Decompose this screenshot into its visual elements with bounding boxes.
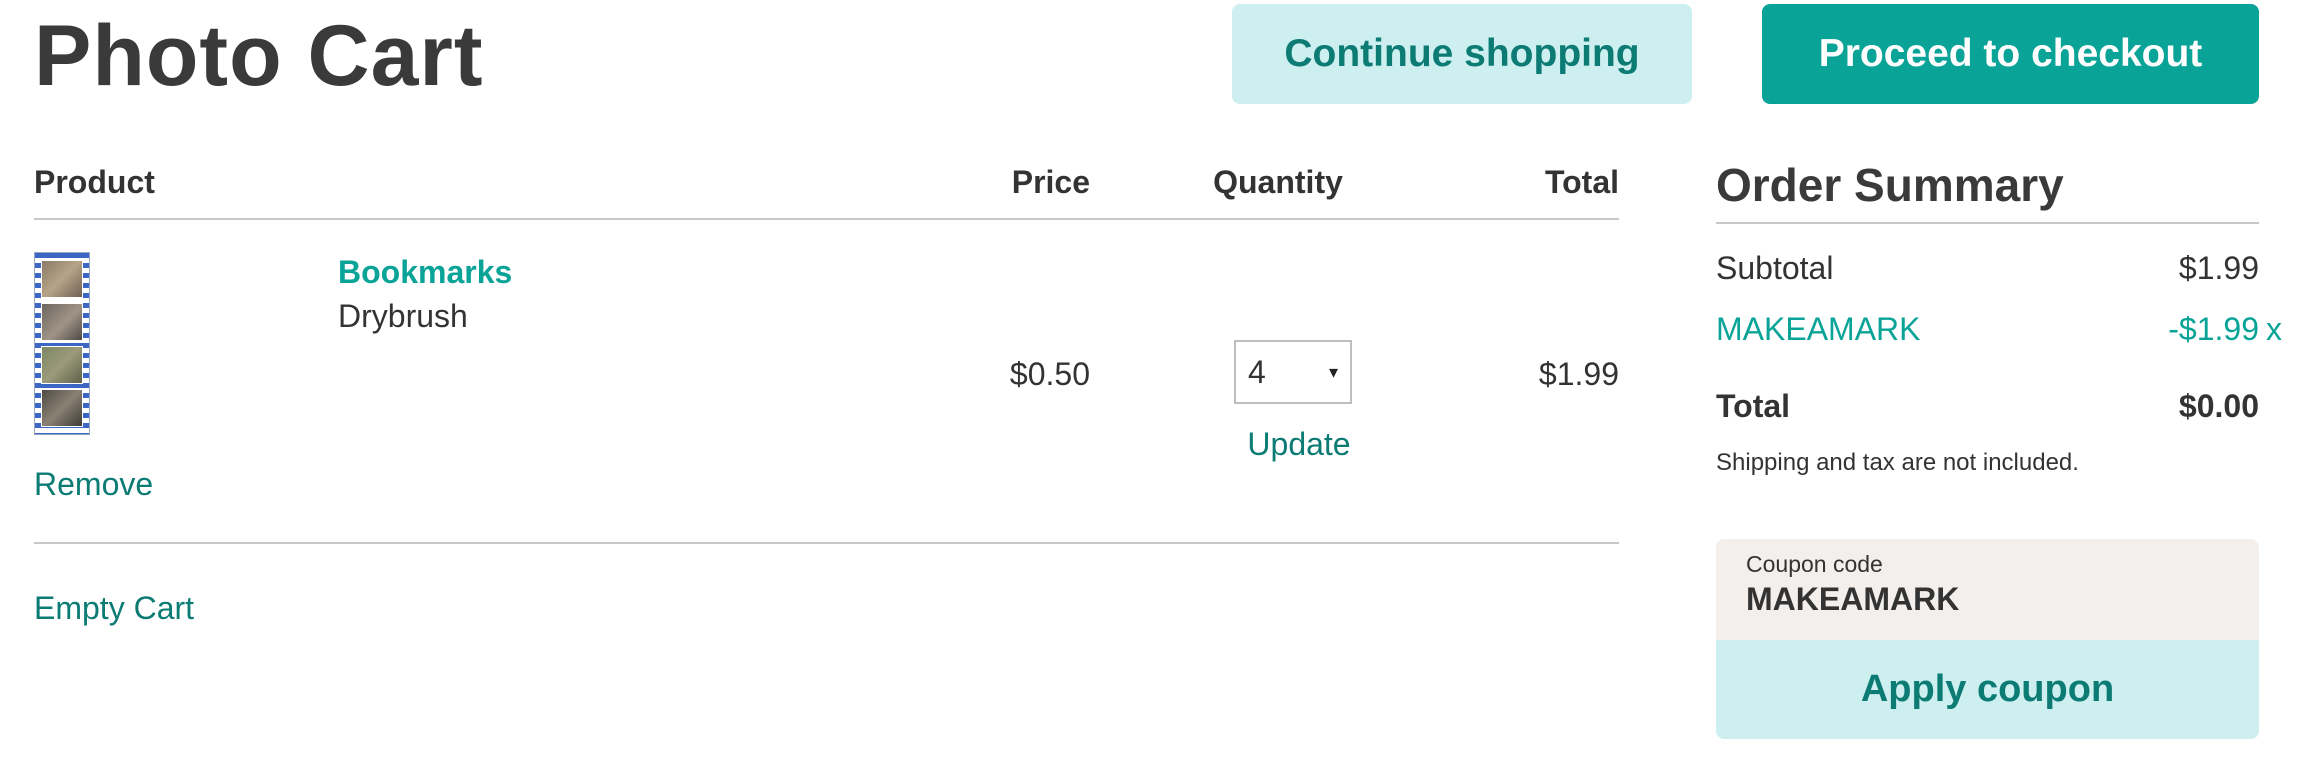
discount-code-label: MAKEAMARK [1716, 311, 1921, 347]
item-total: $1.99 [1538, 356, 1619, 392]
total-label: Total [1716, 388, 1791, 424]
proceed-to-checkout-button[interactable]: Proceed to checkout [1762, 4, 2259, 104]
table-footer-divider [34, 542, 1619, 544]
empty-cart-link[interactable]: Empty Cart [34, 588, 194, 628]
discount-value: -$1.99 [2168, 311, 2259, 347]
column-header-price: Price [1011, 164, 1090, 200]
subtotal-label: Subtotal [1716, 250, 1834, 286]
shipping-tax-note: Shipping and tax are not included. [1716, 449, 2079, 476]
summary-divider [1716, 222, 2259, 224]
thumbnail-photo [41, 346, 83, 385]
apply-coupon-button[interactable]: Apply coupon [1716, 640, 2259, 739]
page-title: Photo Cart [34, 8, 484, 104]
chevron-down-icon: ▾ [1328, 361, 1338, 382]
thumbnail-photo [41, 302, 83, 341]
total-value: $0.00 [2178, 388, 2259, 424]
column-header-total: Total [1544, 164, 1619, 200]
coupon-code-input[interactable] [1746, 580, 2226, 618]
table-header-divider [34, 218, 1619, 220]
update-quantity-link[interactable]: Update [1234, 424, 1364, 464]
thumbnail-photo [41, 389, 83, 428]
subtotal-value: $1.99 [2178, 250, 2259, 286]
item-price: $0.50 [1009, 356, 1090, 392]
remove-coupon-button[interactable]: x [2266, 309, 2282, 349]
product-name-link[interactable]: Bookmarks [338, 252, 512, 292]
remove-item-link[interactable]: Remove [34, 464, 153, 504]
order-summary-title: Order Summary [1716, 159, 2064, 211]
product-thumbnail[interactable] [34, 252, 90, 435]
coupon-code-label: Coupon code [1746, 551, 1883, 577]
quantity-select[interactable]: 4 ▾ [1234, 340, 1352, 404]
thumbnail-photo [41, 259, 83, 298]
column-header-quantity: Quantity [1213, 164, 1343, 200]
product-variant: Drybrush [338, 298, 468, 334]
quantity-value: 4 [1248, 353, 1266, 390]
continue-shopping-button[interactable]: Continue shopping [1232, 4, 1692, 104]
column-header-product: Product [34, 164, 155, 200]
